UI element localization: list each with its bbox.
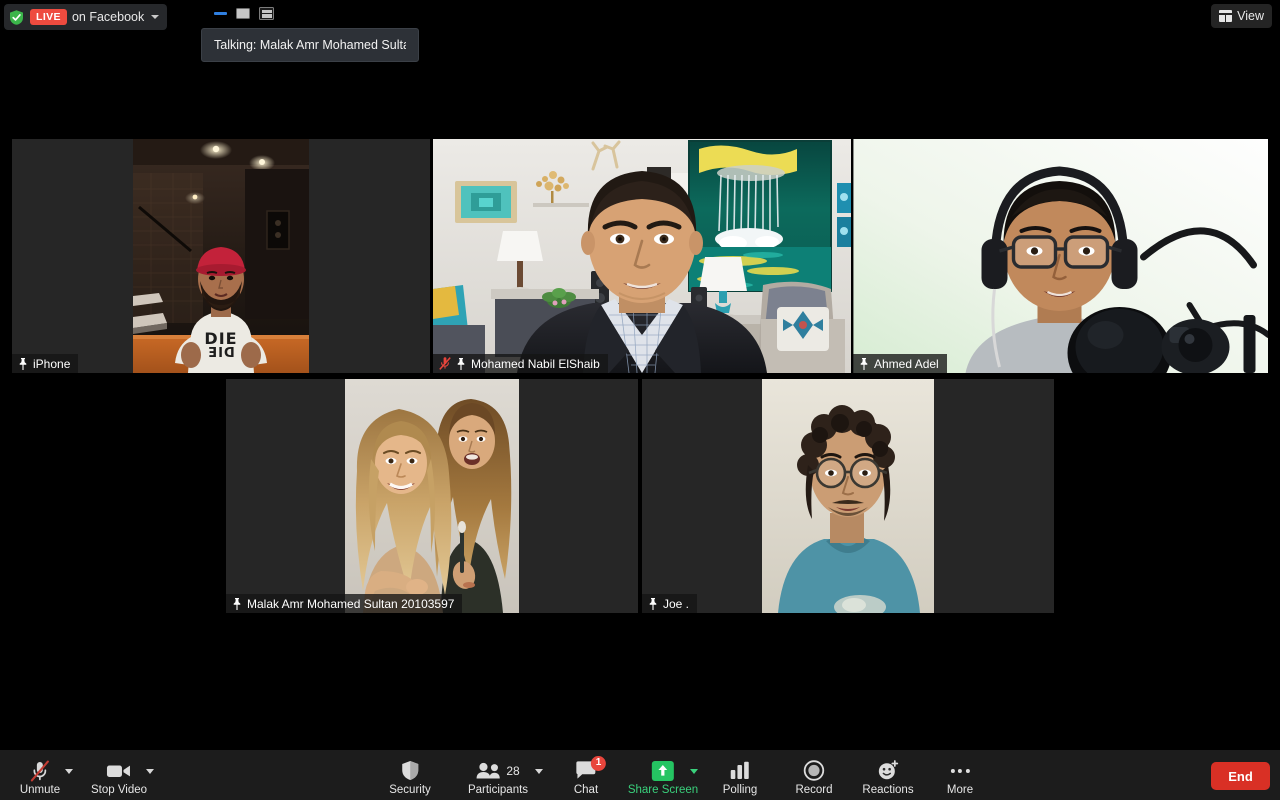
- scene-livingroom: [433, 139, 851, 373]
- meeting-controls-toolbar: Unmute Stop Video Security 28 Participan…: [0, 750, 1280, 800]
- stop-video-button[interactable]: Stop Video: [91, 760, 147, 797]
- participants-count: 28: [506, 763, 520, 778]
- tile-name-label: Mohamed Nabil ElShaib: [433, 354, 608, 373]
- video-feed-malak-amr-mohamed-sultan: [226, 379, 638, 613]
- chevron-down-icon[interactable]: [151, 15, 160, 19]
- video-tile-mohamed-nabil-elshaib[interactable]: Mohamed Nabil ElShaib: [433, 139, 851, 373]
- participant-name: Joe .: [663, 596, 690, 611]
- pin-icon: [19, 357, 27, 370]
- polling-button[interactable]: Polling: [722, 760, 758, 797]
- participants-label: Participants: [467, 783, 529, 796]
- tile-name-label: Malak Amr Mohamed Sultan 20103597: [226, 594, 463, 613]
- audio-options-caret-icon[interactable]: [65, 769, 73, 774]
- share-screen-icon: [651, 760, 674, 782]
- video-feed-joe: [642, 379, 1054, 613]
- window-controls: [214, 7, 274, 20]
- pin-icon: [649, 597, 657, 610]
- scene-joe: [762, 379, 934, 613]
- chat-unread-badge: 1: [590, 755, 606, 771]
- unmute-label: Unmute: [19, 783, 61, 796]
- more-button[interactable]: More: [947, 760, 973, 797]
- participant-name: Malak Amr Mohamed Sultan 20103597: [247, 596, 455, 611]
- tile-name-label: iPhone: [12, 354, 79, 373]
- security-label: Security: [389, 783, 431, 796]
- video-feed-mohamed-nabil-elshaib: [433, 139, 851, 373]
- smiley-plus-icon: [877, 760, 899, 782]
- microphone-muted-icon: [29, 760, 51, 782]
- record-circle-icon: [803, 760, 825, 782]
- end-meeting-button[interactable]: End: [1211, 762, 1270, 790]
- participants-button[interactable]: 28 Participants: [468, 760, 528, 797]
- more-label: More: [946, 783, 974, 796]
- mic-muted-icon: [439, 357, 451, 370]
- chat-bubble-icon: 1: [575, 755, 606, 782]
- stop-video-label: Stop Video: [90, 783, 148, 796]
- video-tile-ahmed-adel[interactable]: Ahmed Adel: [853, 139, 1268, 373]
- scene-twogirls: [345, 379, 519, 613]
- pin-icon: [860, 357, 868, 370]
- pin-icon: [233, 597, 241, 610]
- record-label: Record: [795, 783, 833, 796]
- video-feed-iphone: DIE DIE: [12, 139, 430, 373]
- chat-label: Chat: [573, 783, 599, 796]
- chat-button[interactable]: 1 Chat: [573, 755, 606, 797]
- zoom-meeting-window: DIE DIE iPhone Mohamed Nabil ElShaib Ahm…: [0, 0, 1280, 800]
- grid-view-icon: [1219, 10, 1233, 22]
- bar-chart-icon: [729, 760, 751, 782]
- people-icon: 28: [476, 760, 520, 782]
- video-camera-icon: [106, 760, 132, 782]
- maximize-icon[interactable]: [236, 8, 250, 19]
- scene-iphone: DIE DIE: [133, 139, 309, 373]
- participant-name: Ahmed Adel: [874, 356, 939, 371]
- share-options-caret-icon[interactable]: [690, 769, 698, 774]
- talking-indicator-text: Talking: Malak Amr Mohamed Sultan...: [214, 38, 406, 52]
- security-button[interactable]: Security: [389, 760, 431, 797]
- gallery-view-icon[interactable]: [259, 7, 274, 20]
- tile-name-label: Joe .: [642, 594, 698, 613]
- live-streaming-indicator[interactable]: LIVE on Facebook: [4, 4, 168, 30]
- share-screen-label: Share Screen: [627, 783, 699, 796]
- unmute-button[interactable]: Unmute: [20, 760, 60, 797]
- meeting-top-bar: LIVE on Facebook Talking: Malak Amr Moha…: [0, 0, 1280, 128]
- participant-name: Mohamed Nabil ElShaib: [471, 356, 600, 371]
- video-feed-ahmed-adel: [853, 139, 1268, 373]
- pin-icon: [457, 357, 465, 370]
- minimize-icon[interactable]: [214, 12, 227, 15]
- video-tile-iphone[interactable]: DIE DIE iPhone: [12, 139, 430, 373]
- reactions-button[interactable]: Reactions: [862, 760, 914, 797]
- view-button[interactable]: View: [1211, 4, 1272, 28]
- view-button-label: View: [1237, 9, 1264, 23]
- participant-name: iPhone: [33, 356, 71, 371]
- polling-label: Polling: [722, 783, 758, 796]
- record-button[interactable]: Record: [795, 760, 833, 797]
- shield-icon: [400, 760, 420, 782]
- reactions-label: Reactions: [862, 783, 914, 796]
- shield-check-icon: [10, 9, 23, 25]
- live-destination-label: on Facebook: [71, 10, 145, 24]
- tile-name-label: Ahmed Adel: [853, 354, 947, 373]
- scene-podcast: [853, 139, 1268, 373]
- talking-indicator: Talking: Malak Amr Mohamed Sultan...: [201, 28, 419, 62]
- share-screen-button[interactable]: Share Screen: [628, 760, 698, 797]
- participants-options-caret-icon[interactable]: [535, 769, 543, 774]
- svg-text:DIE: DIE: [207, 343, 235, 358]
- video-tile-malak-amr-mohamed-sultan[interactable]: Malak Amr Mohamed Sultan 20103597: [226, 379, 638, 613]
- video-options-caret-icon[interactable]: [146, 769, 154, 774]
- video-tile-joe[interactable]: Joe .: [642, 379, 1054, 613]
- live-badge: LIVE: [30, 9, 67, 25]
- ellipsis-icon: [950, 760, 970, 782]
